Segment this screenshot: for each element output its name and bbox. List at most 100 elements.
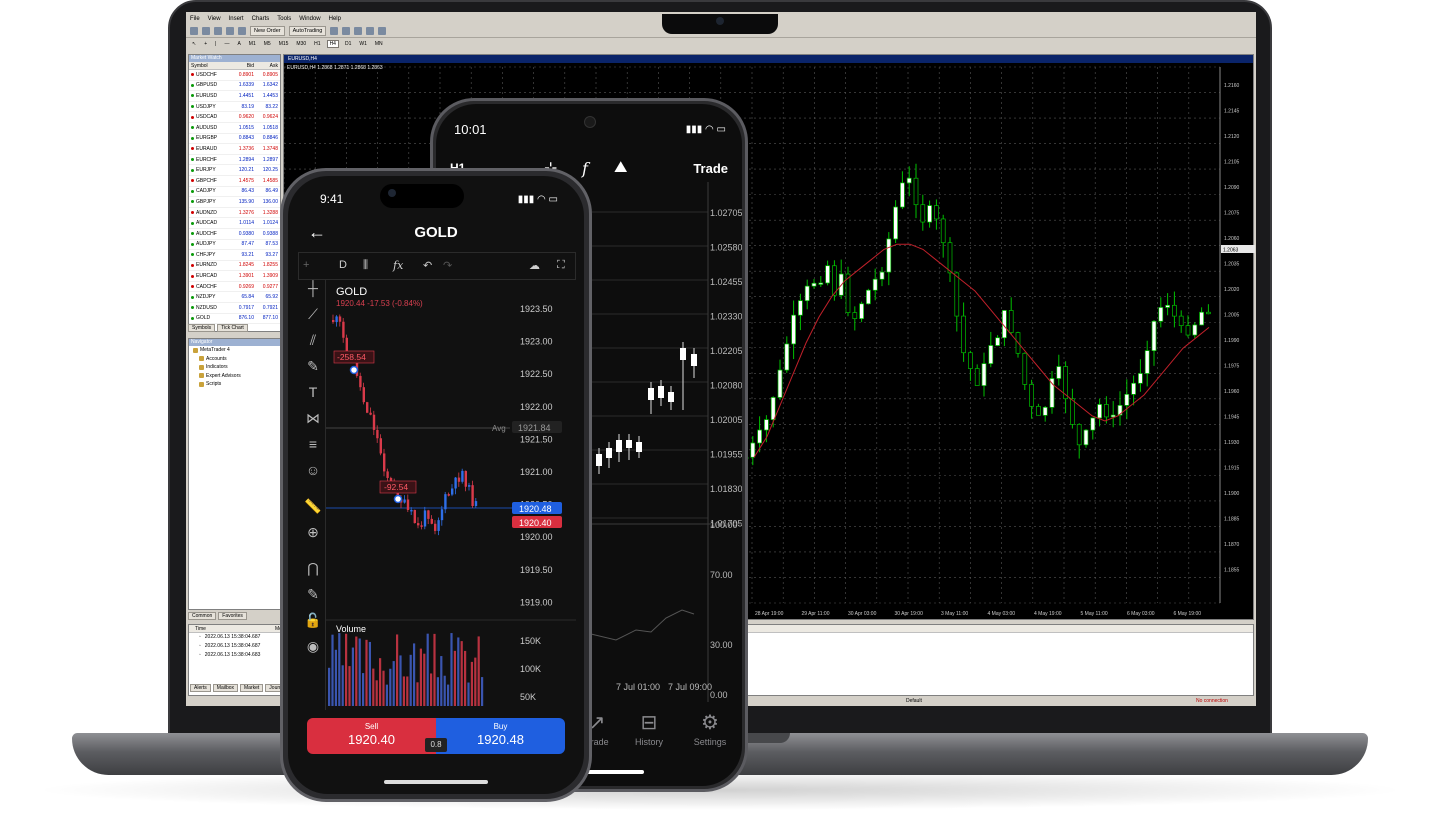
- market-watch-row[interactable]: EURAUD 1.3736 1.3748: [189, 144, 280, 155]
- new-chart-icon[interactable]: [190, 26, 198, 35]
- tf-m30[interactable]: M30: [294, 41, 308, 47]
- terminal-icon[interactable]: [238, 26, 246, 35]
- tf-h1[interactable]: H1: [312, 41, 322, 47]
- candle-type-icon[interactable]: ⫼: [363, 259, 368, 272]
- tab-market[interactable]: Market: [240, 684, 264, 692]
- menu-insert[interactable]: Insert: [229, 14, 244, 24]
- fib-tool-icon[interactable]: ⫽: [304, 332, 322, 349]
- sell-button[interactable]: Sell 1920.40: [307, 718, 436, 754]
- tab-settings[interactable]: ⚙ Settings: [675, 710, 742, 747]
- zoom-in-icon[interactable]: [366, 26, 375, 35]
- redo-icon[interactable]: ↷: [443, 259, 452, 272]
- market-watch-row[interactable]: AUDUSD 1.0515 1.0518: [189, 123, 280, 134]
- crosshair-icon[interactable]: +: [303, 259, 309, 271]
- col-symbol[interactable]: Symbol: [189, 62, 227, 69]
- candlestick-icon[interactable]: [342, 26, 351, 35]
- tab-favorites[interactable]: Favorites: [218, 612, 247, 620]
- menu-file[interactable]: File: [190, 14, 200, 24]
- nav-item-expert-advisors[interactable]: Expert Advisors: [189, 372, 280, 381]
- horizontal-line-icon[interactable]: —: [222, 41, 231, 47]
- crosshair-tool-icon[interactable]: ┼: [304, 280, 322, 296]
- visibility-icon[interactable]: ◉: [304, 638, 322, 655]
- bar-chart-icon[interactable]: [330, 26, 339, 35]
- brush-tool-icon[interactable]: ✎: [304, 358, 322, 375]
- crosshair-icon[interactable]: +: [202, 41, 209, 47]
- market-watch-row[interactable]: USDJPY 83.19 83.22: [189, 102, 280, 113]
- text-tool-icon[interactable]: A: [235, 41, 242, 47]
- undo-icon[interactable]: ↶: [423, 259, 432, 272]
- market-watch-row[interactable]: EURUSD 1.4451 1.4453: [189, 91, 280, 102]
- menu-help[interactable]: Help: [329, 14, 341, 24]
- market-watch-row[interactable]: EURGBP 0.8843 0.8846: [189, 134, 280, 145]
- measure-lines-icon[interactable]: ≡: [304, 436, 322, 452]
- market-watch-row[interactable]: USDCHF 0.8901 0.8905: [189, 70, 280, 81]
- menu-tools[interactable]: Tools: [277, 14, 291, 24]
- indicators-icon[interactable]: f: [582, 159, 588, 178]
- market-watch-row[interactable]: GBPJPY 135.90 136.00: [189, 197, 280, 208]
- menu-charts[interactable]: Charts: [252, 14, 270, 24]
- vertical-line-icon[interactable]: |: [213, 41, 218, 47]
- market-watch-row[interactable]: CADJPY 86.43 86.49: [189, 187, 280, 198]
- menu-window[interactable]: Window: [299, 14, 320, 24]
- col-ask[interactable]: Ask: [254, 62, 280, 69]
- market-watch-row[interactable]: GBPUSD 1.6339 1.6342: [189, 81, 280, 92]
- tf-m1[interactable]: M1: [247, 41, 258, 47]
- tab-tick-chart[interactable]: Tick Chart: [217, 324, 248, 332]
- market-watch-row[interactable]: CADCHF 0.9269 0.9277: [189, 282, 280, 293]
- market-watch-row[interactable]: NZDUSD 0.7917 0.7921: [189, 303, 280, 314]
- unlock-icon[interactable]: 🔓: [304, 612, 322, 629]
- cursor-icon[interactable]: ↖: [190, 41, 198, 47]
- timeframe-button[interactable]: D: [339, 259, 347, 271]
- tf-h4[interactable]: H4: [326, 40, 339, 48]
- market-watch-row[interactable]: EURCAD 1.3901 1.3909: [189, 271, 280, 282]
- nav-item-accounts[interactable]: Accounts: [189, 355, 280, 364]
- tab-alerts[interactable]: Alerts: [190, 684, 211, 692]
- cloud-icon[interactable]: ☁: [529, 259, 540, 272]
- market-watch-row[interactable]: GBPCHF 1.4575 1.4585: [189, 176, 280, 187]
- trade-button[interactable]: Trade: [693, 161, 728, 176]
- ruler-icon[interactable]: 📏: [304, 498, 322, 515]
- tab-symbols[interactable]: Symbols: [188, 324, 216, 332]
- fullscreen-icon[interactable]: ⛶: [557, 259, 565, 272]
- emoji-tool-icon[interactable]: ☺: [304, 462, 322, 478]
- buy-button[interactable]: Buy 1920.48: [436, 718, 565, 754]
- market-watch-row[interactable]: USDCAD 0.9620 0.9624: [189, 112, 280, 123]
- tf-mn[interactable]: MN: [373, 41, 385, 47]
- lock-drawings-icon[interactable]: ✎: [304, 586, 322, 603]
- market-watch-row[interactable]: AUDJPY 87.47 87.53: [189, 240, 280, 251]
- col-time[interactable]: Time: [189, 625, 269, 632]
- new-order-button[interactable]: New Order: [250, 25, 285, 36]
- autotrading-button[interactable]: AutoTrading: [288, 25, 327, 36]
- tab-common[interactable]: Common: [188, 612, 217, 620]
- tf-m15[interactable]: M15: [277, 41, 291, 47]
- trendline-tool-icon[interactable]: ⟋: [304, 306, 322, 323]
- objects-icon[interactable]: ⛰: [614, 159, 627, 177]
- market-watch-row[interactable]: EURCHF 1.2894 1.2897: [189, 155, 280, 166]
- navigator-icon[interactable]: [226, 26, 234, 35]
- line-chart-icon[interactable]: [354, 26, 363, 35]
- market-watch-row[interactable]: GOLD 876.10 877.10: [189, 314, 280, 325]
- col-bid[interactable]: Bid: [227, 62, 254, 69]
- market-watch-icon[interactable]: [214, 26, 222, 35]
- tab-history[interactable]: ⊟ History: [614, 710, 684, 747]
- market-watch-row[interactable]: AUDCHF 0.9380 0.9388: [189, 229, 280, 240]
- tf-w1[interactable]: W1: [357, 41, 369, 47]
- market-watch-row[interactable]: AUDCAD 1.0114 1.0124: [189, 218, 280, 229]
- zoom-out-icon[interactable]: [378, 26, 387, 35]
- nav-item-scripts[interactable]: Scripts: [189, 380, 280, 389]
- market-watch-row[interactable]: NZDJPY 65.84 65.92: [189, 292, 280, 304]
- zoom-icon[interactable]: ⊕: [304, 524, 322, 541]
- tab-mailbox[interactable]: Mailbox: [212, 684, 239, 692]
- gold-candlestick-chart[interactable]: 1923.501923.001922.501922.001921.501921.…: [326, 280, 576, 710]
- tf-d1[interactable]: D1: [343, 41, 353, 47]
- nav-item-root[interactable]: MetaTrader 4: [189, 346, 280, 355]
- tf-m5[interactable]: M5: [262, 41, 273, 47]
- indicators-icon[interactable]: fx: [393, 259, 403, 272]
- menu-view[interactable]: View: [208, 14, 221, 24]
- magnet-icon[interactable]: ⋂: [304, 560, 322, 577]
- text-tool-icon[interactable]: T: [304, 384, 322, 400]
- profiles-icon[interactable]: [202, 26, 210, 35]
- market-watch-row[interactable]: EURNZD 1.8245 1.8255: [189, 261, 280, 272]
- market-watch-row[interactable]: CHFJPY 93.21 93.27: [189, 250, 280, 261]
- pattern-tool-icon[interactable]: ⋈: [304, 410, 322, 427]
